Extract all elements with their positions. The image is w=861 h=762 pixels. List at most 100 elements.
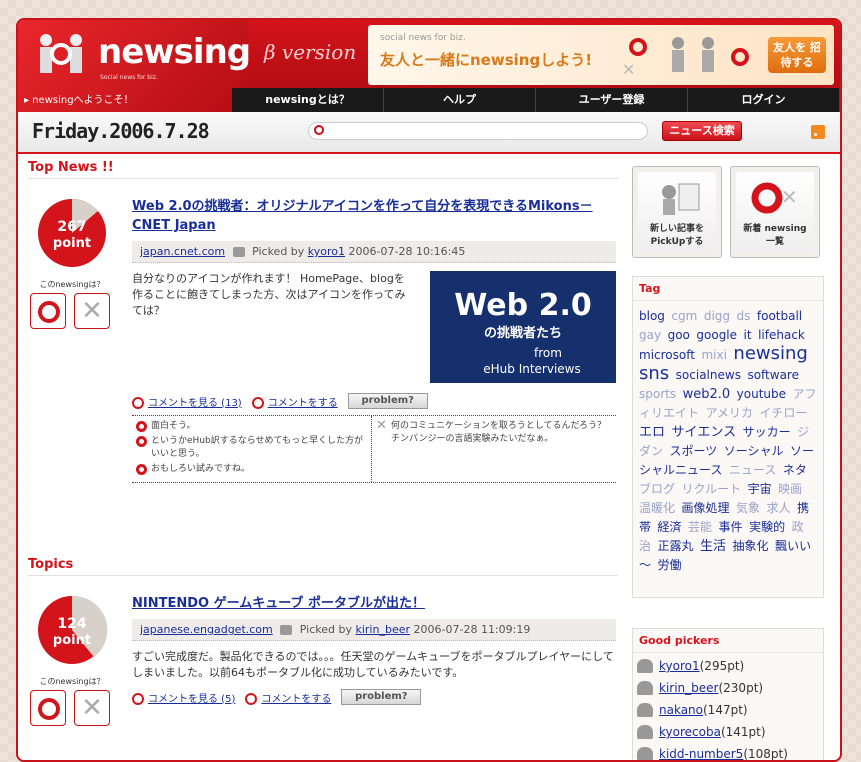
points-value: 267 bbox=[57, 219, 86, 235]
tag-link[interactable]: digg bbox=[704, 309, 730, 323]
tag-link[interactable]: google bbox=[696, 328, 737, 342]
vote-bad-button[interactable]: ✕ bbox=[74, 293, 110, 329]
article-domain-link[interactable]: japanese.engadget.com bbox=[140, 623, 273, 636]
nav-help[interactable]: ヘルプ bbox=[384, 88, 536, 112]
tag-link[interactable]: goo bbox=[668, 328, 690, 342]
picker-link[interactable]: kirin_beer bbox=[355, 623, 410, 636]
view-comments[interactable]: コメントを見る (13) bbox=[132, 394, 242, 409]
comment-text: というかeHub訳するならせめてもっと早くした方がいいと思う。 bbox=[151, 436, 364, 459]
invite-banner[interactable]: social news for biz. 友人と一緒にnewsingしよう! ✕… bbox=[368, 25, 834, 85]
tag-link[interactable]: ブログ bbox=[639, 482, 675, 496]
add-comment[interactable]: コメントをする bbox=[251, 394, 338, 409]
thumb-from: from bbox=[534, 346, 562, 360]
tag-link[interactable]: 画像処理 bbox=[682, 501, 730, 515]
picker-points: (230pt) bbox=[718, 681, 764, 695]
tag-link[interactable]: 抽象化 bbox=[733, 539, 769, 553]
article-title-link[interactable]: NINTENDO ゲームキューブ ポータブルが出た！ bbox=[132, 596, 425, 611]
new-newsing-list-button[interactable]: ✕ 新着 newsing一覧 bbox=[730, 166, 820, 258]
tag-link[interactable]: ネタ bbox=[783, 463, 807, 477]
tag-link[interactable]: 芸能 bbox=[688, 520, 712, 534]
view-comments-link[interactable]: コメントを見る (13) bbox=[148, 398, 242, 409]
tag-link[interactable]: microsoft bbox=[639, 348, 695, 362]
welcome-text: ▸ newsingへようこそ！ bbox=[24, 95, 134, 106]
tag-link[interactable]: ds bbox=[737, 309, 751, 323]
tag-link[interactable]: software bbox=[747, 368, 799, 382]
tag-link[interactable]: sns bbox=[639, 363, 669, 384]
picked-by-icon bbox=[232, 247, 245, 257]
tag-link[interactable]: スポーツ bbox=[670, 444, 718, 458]
problem-button[interactable]: problem? bbox=[347, 393, 428, 409]
article-domain-link[interactable]: japan.cnet.com bbox=[140, 245, 225, 258]
tag-link[interactable]: 正露丸 bbox=[658, 539, 694, 553]
picker-link[interactable]: kyoro1 bbox=[308, 245, 345, 258]
tag-link[interactable]: アメリカ bbox=[706, 406, 753, 420]
article-meta: japanese.engadget.com Picked by kirin_be… bbox=[132, 619, 616, 641]
tag-link[interactable]: 生活 bbox=[700, 539, 726, 554]
article-actions: コメントを見る (13) コメントをする problem? bbox=[132, 393, 616, 416]
comment-item: 面白そう。 bbox=[136, 420, 367, 433]
nav-about[interactable]: newsingとは？ bbox=[232, 88, 384, 112]
logo-area[interactable]: newsing Social news for biz. ▸ newsingへよ… bbox=[18, 20, 251, 112]
vote-good-button[interactable] bbox=[30, 690, 66, 726]
article-title-link[interactable]: Web 2.0の挑戦者：オリジナルアイコンを作って自分を表現できるMikons－… bbox=[132, 199, 593, 233]
tag-link[interactable]: 宇宙 bbox=[748, 482, 772, 496]
tag-link[interactable]: エロ bbox=[639, 425, 665, 440]
picker-name-link[interactable]: kidd-number5 bbox=[659, 747, 743, 760]
picker-name-link[interactable]: kirin_beer bbox=[659, 681, 718, 695]
tag-link[interactable]: newsing bbox=[733, 343, 807, 364]
vote-label: このnewsingは？ bbox=[39, 677, 105, 686]
add-comment-link[interactable]: コメントをする bbox=[261, 694, 331, 705]
tag-link[interactable]: socialnews bbox=[676, 368, 741, 382]
tag-link[interactable]: ソーシャル bbox=[724, 444, 784, 458]
vote-bad-button[interactable]: ✕ bbox=[74, 690, 110, 726]
bad-comment-icon: ✕ bbox=[376, 418, 387, 433]
search-input[interactable] bbox=[308, 122, 648, 140]
picker-name-link[interactable]: kyoro1 bbox=[659, 659, 700, 673]
tag-link[interactable]: web2.0 bbox=[683, 387, 731, 402]
header: newsing Social news for biz. ▸ newsingへよ… bbox=[18, 20, 840, 112]
tag-link[interactable]: sports bbox=[639, 387, 676, 401]
picker-name-link[interactable]: kyorecoba bbox=[659, 725, 721, 739]
tag-link[interactable]: 実験的 bbox=[749, 520, 785, 534]
thumb-subtitle: の挑戦者たち bbox=[484, 325, 562, 341]
tag-link[interactable]: サッカー bbox=[743, 425, 791, 439]
add-comment[interactable]: コメントをする bbox=[245, 690, 331, 705]
main-nav: newsingとは？ ヘルプ ユーザー登録 ログイン bbox=[232, 88, 840, 112]
tag-link[interactable]: ニュース bbox=[729, 463, 776, 477]
tag-link[interactable]: 映画 bbox=[778, 482, 802, 496]
tag-link[interactable]: lifehack bbox=[758, 328, 805, 342]
top-news-heading: Top News !! bbox=[28, 160, 618, 179]
tag-link[interactable]: 求人 bbox=[767, 501, 791, 515]
view-comments[interactable]: コメントを見る (5) bbox=[132, 690, 235, 705]
tag-link[interactable]: cgm bbox=[671, 309, 697, 323]
tag-link[interactable]: mixi bbox=[701, 348, 726, 362]
add-comment-link[interactable]: コメントをする bbox=[268, 398, 338, 409]
invite-friends-button[interactable]: 友人を 招待する bbox=[768, 37, 826, 73]
tag-link[interactable]: youtube bbox=[737, 387, 786, 401]
tag-link[interactable]: 気象 bbox=[736, 501, 760, 515]
nav-login[interactable]: ログイン bbox=[688, 88, 840, 112]
article-thumbnail[interactable]: Web 2.0 の挑戦者たち from eHub Interviews bbox=[430, 271, 616, 383]
tag-link[interactable]: 経済 bbox=[658, 520, 682, 534]
news-search-button[interactable]: ニュース検索 bbox=[662, 121, 742, 141]
picker-points: (295pt) bbox=[699, 659, 745, 673]
tag-link[interactable]: リクルート bbox=[682, 482, 742, 496]
tag-link[interactable]: football bbox=[757, 309, 802, 323]
logo-figures-icon bbox=[40, 34, 82, 73]
picker-name-link[interactable]: nakano bbox=[659, 703, 703, 717]
view-comments-link[interactable]: コメントを見る (5) bbox=[148, 694, 235, 705]
tag-link[interactable]: イチロー bbox=[759, 406, 807, 420]
problem-button[interactable]: problem? bbox=[341, 689, 422, 705]
tag-link[interactable]: 労働 bbox=[658, 558, 682, 572]
tag-link[interactable]: gay bbox=[639, 328, 661, 342]
tag-link[interactable]: 温暖化 bbox=[639, 501, 675, 515]
tag-link[interactable]: blog bbox=[639, 309, 665, 323]
tag-link[interactable]: 事件 bbox=[719, 520, 743, 534]
nav-register[interactable]: ユーザー登録 bbox=[536, 88, 688, 112]
pickup-button[interactable]: 新しい記事を PickUpする bbox=[632, 166, 722, 258]
vote-good-button[interactable] bbox=[30, 293, 66, 329]
rss-icon[interactable] bbox=[811, 125, 825, 139]
tag-link[interactable]: サイエンス bbox=[672, 425, 737, 440]
tag-link[interactable]: it bbox=[744, 328, 752, 342]
user-icon bbox=[637, 747, 653, 760]
